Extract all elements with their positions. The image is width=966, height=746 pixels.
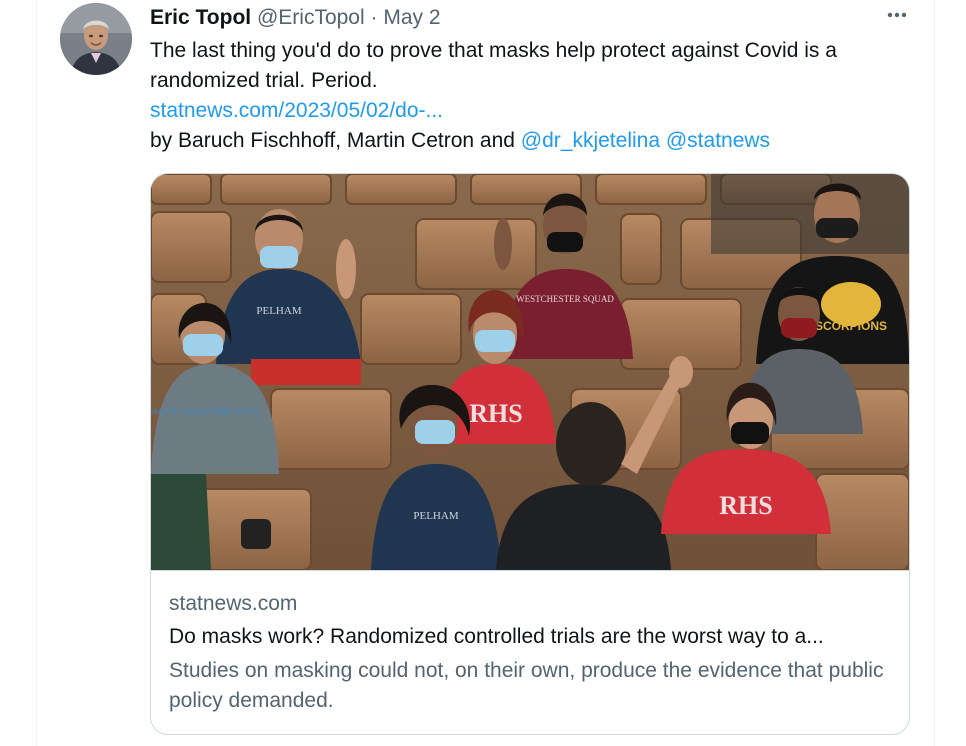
more-horizontal-icon: [887, 12, 907, 18]
mention-statnews[interactable]: @statnews: [666, 129, 770, 152]
shirt-text-1: PELHAM: [256, 305, 301, 317]
shirt-text-5: RHS: [469, 399, 522, 428]
card-description: Studies on masking could not, on their o…: [169, 659, 884, 712]
avatar[interactable]: [60, 3, 132, 75]
card-domain: statnews.com: [169, 592, 298, 615]
tweet-link[interactable]: statnews.com/2023/05/02/do-...: [150, 99, 443, 122]
link-preview-card[interactable]: PELHAM WESTCHESTER SQUAD SCORPIONS Rober…: [150, 173, 910, 735]
shirt-text-2: WESTCHESTER SQUAD: [516, 294, 614, 304]
tweet-body: The last thing you'd do to prove that ma…: [150, 36, 920, 156]
card-title[interactable]: Do masks work? Randomized controlled tri…: [169, 623, 899, 651]
shirt-text-4: Robert H. Lehman High School: [151, 406, 259, 416]
author-handle[interactable]: @EricTopol: [257, 6, 365, 29]
tweet-byline: by Baruch Fischhoff, Martin Cetron and @…: [150, 126, 920, 156]
byline-prefix: by Baruch Fischhoff, Martin Cetron and: [150, 129, 521, 152]
timeline-right-border: [934, 0, 935, 746]
shirt-text-7: RHS: [719, 491, 772, 520]
author-name[interactable]: Eric Topol: [150, 6, 251, 29]
timeline-left-border: [36, 0, 37, 746]
header-separator: ·: [370, 6, 378, 29]
shirt-text-3: SCORPIONS: [815, 319, 887, 333]
more-options-button[interactable]: [884, 2, 910, 28]
mention-dr-kkjetelina[interactable]: @dr_kkjetelina: [521, 129, 660, 152]
card-divider: [151, 570, 909, 571]
tweet-text: The last thing you'd do to prove that ma…: [150, 39, 837, 92]
shirt-text-6: PELHAM: [413, 510, 458, 522]
tweet-header: Eric Topol @EricTopol · May 2: [150, 5, 441, 31]
tweet-date[interactable]: May 2: [383, 6, 440, 29]
card-image[interactable]: PELHAM WESTCHESTER SQUAD SCORPIONS Rober…: [151, 174, 909, 570]
